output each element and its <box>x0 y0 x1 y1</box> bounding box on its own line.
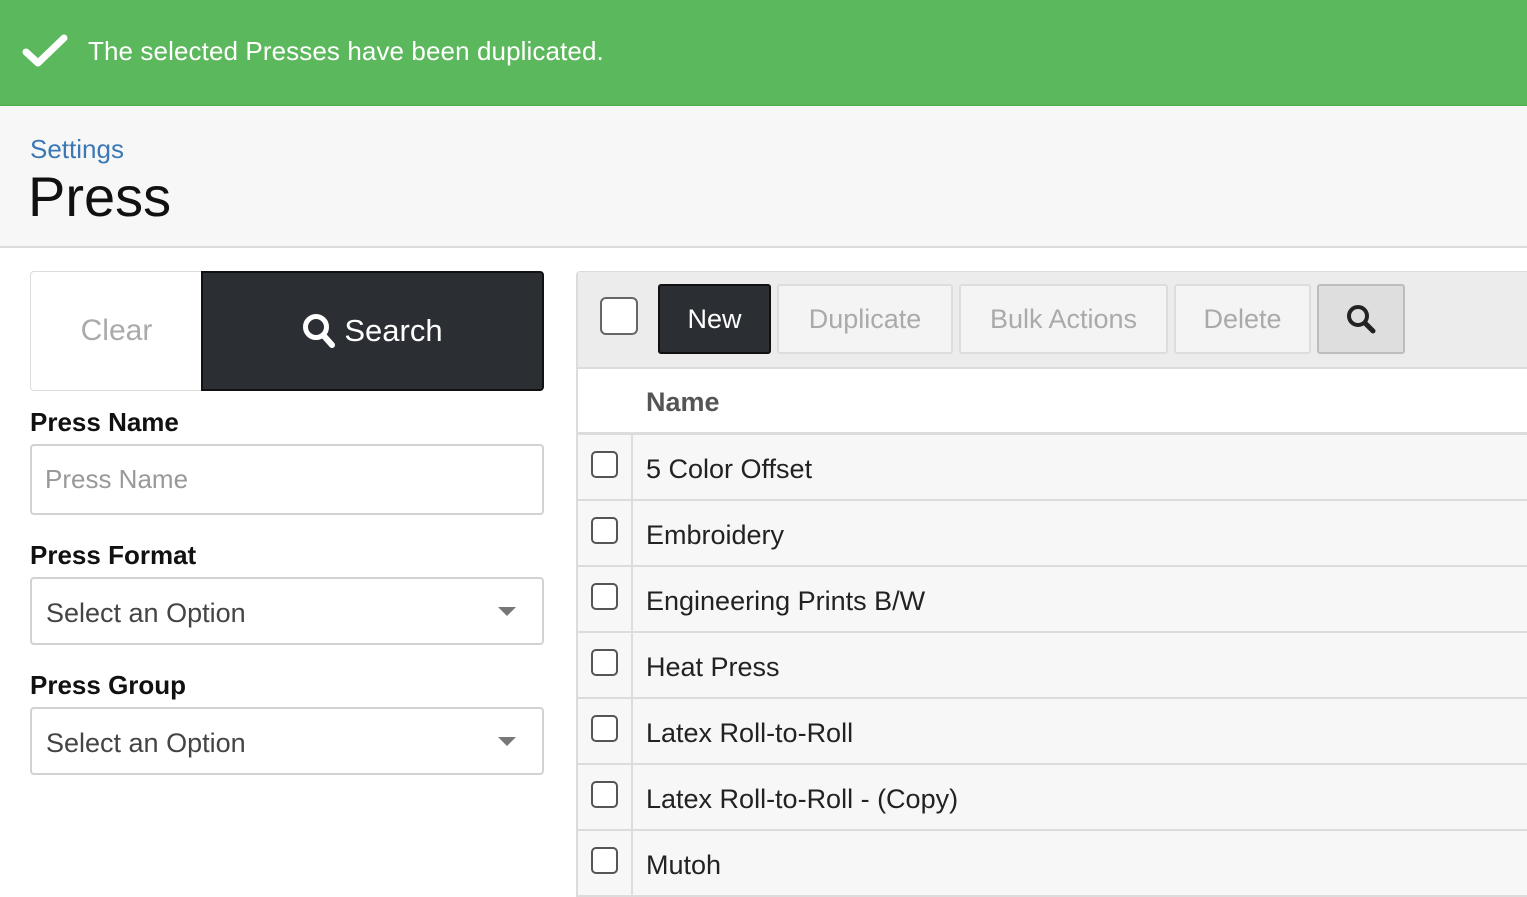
page-title: Press <box>28 165 172 228</box>
check-icon <box>22 34 68 67</box>
press-format-select[interactable]: Select an Option <box>30 577 544 645</box>
table-row[interactable]: Latex Roll-to-Roll - (Copy) <box>578 765 1527 831</box>
search-icon <box>303 314 336 348</box>
row-checkbox[interactable] <box>591 847 618 874</box>
chevron-down-icon <box>498 607 516 616</box>
row-check-cell <box>578 501 633 565</box>
table-row[interactable]: Embroidery <box>578 501 1527 567</box>
chevron-down-icon <box>498 737 516 746</box>
table-row[interactable]: 5 Color Offset <box>578 435 1527 501</box>
search-button-label: Search <box>344 313 443 348</box>
row-check-cell <box>578 567 633 631</box>
row-name[interactable]: Latex Roll-to-Roll <box>646 718 853 749</box>
row-check-cell <box>578 699 633 763</box>
page-header: Settings Press <box>0 106 1527 248</box>
column-header-name[interactable]: Name <box>646 387 720 418</box>
row-checkbox[interactable] <box>591 583 618 610</box>
press-group-label: Press Group <box>30 670 187 700</box>
row-check-cell <box>578 633 633 697</box>
breadcrumb-settings[interactable]: Settings <box>30 134 124 165</box>
press-group-value: Select an Option <box>46 728 246 758</box>
press-format-value: Select an Option <box>46 598 246 628</box>
row-checkbox[interactable] <box>591 649 618 676</box>
duplicate-button[interactable]: Duplicate <box>777 284 953 354</box>
bulk-actions-button[interactable]: Bulk Actions <box>959 284 1168 354</box>
row-checkbox[interactable] <box>591 715 618 742</box>
row-checkbox[interactable] <box>591 781 618 808</box>
row-name[interactable]: Embroidery <box>646 520 784 551</box>
success-alert: The selected Presses have been duplicate… <box>0 0 1527 106</box>
press-grid: New Duplicate Bulk Actions Delete Name 5… <box>576 271 1527 897</box>
select-all-checkbox[interactable] <box>600 297 638 335</box>
press-group-select[interactable]: Select an Option <box>30 707 544 775</box>
table-row[interactable]: Heat Press <box>578 633 1527 699</box>
press-format-label: Press Format <box>30 540 197 570</box>
clear-button[interactable]: Clear <box>30 271 202 391</box>
row-checkbox[interactable] <box>591 517 618 544</box>
row-checkbox[interactable] <box>591 451 618 478</box>
alert-message: The selected Presses have been duplicate… <box>88 36 604 66</box>
row-name[interactable]: 5 Color Offset <box>646 454 812 485</box>
table-row[interactable]: Engineering Prints B/W <box>578 567 1527 633</box>
row-check-cell <box>578 831 633 895</box>
delete-button[interactable]: Delete <box>1174 284 1311 354</box>
row-name[interactable]: Latex Roll-to-Roll - (Copy) <box>646 784 958 815</box>
row-name[interactable]: Engineering Prints B/W <box>646 586 925 617</box>
press-name-label: Press Name <box>30 407 179 437</box>
search-button[interactable]: Search <box>201 271 544 391</box>
press-name-input[interactable] <box>30 444 544 515</box>
row-check-cell <box>578 765 633 829</box>
new-button[interactable]: New <box>658 284 771 354</box>
row-check-cell <box>578 435 633 499</box>
table-row[interactable]: Mutoh <box>578 831 1527 897</box>
row-name[interactable]: Mutoh <box>646 850 721 881</box>
table-header: Name <box>578 367 1527 435</box>
grid-toolbar: New Duplicate Bulk Actions Delete <box>578 271 1527 367</box>
table-row[interactable]: Latex Roll-to-Roll <box>578 699 1527 765</box>
grid-search-button[interactable] <box>1317 284 1405 354</box>
row-name[interactable]: Heat Press <box>646 652 780 683</box>
search-icon <box>1347 305 1376 334</box>
